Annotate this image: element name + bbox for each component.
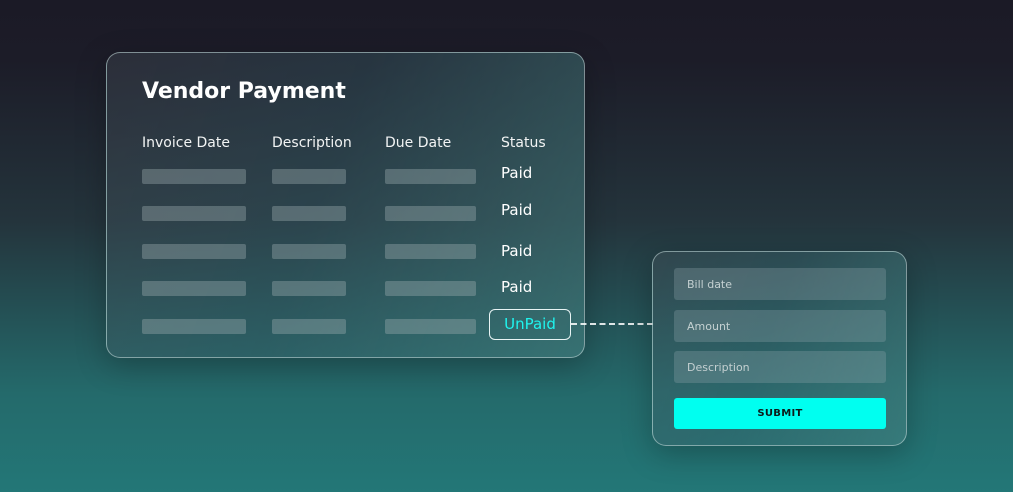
bill-form-card: SUBMIT	[652, 251, 907, 446]
description-placeholder-bar	[272, 244, 346, 259]
description-placeholder-bar	[272, 206, 346, 221]
status-paid: Paid	[501, 201, 533, 219]
column-header-status: Status	[501, 135, 546, 151]
column-header-invoice-date: Invoice Date	[142, 135, 230, 151]
invoice-date-placeholder-bar	[142, 244, 246, 259]
invoice-date-placeholder-bar	[142, 319, 246, 334]
bill-date-input[interactable]	[674, 268, 886, 300]
status-paid: Paid	[501, 164, 533, 182]
due-date-placeholder-bar	[385, 244, 476, 259]
amount-input[interactable]	[674, 310, 886, 342]
description-placeholder-bar	[272, 319, 346, 334]
column-header-due-date: Due Date	[385, 135, 452, 151]
due-date-placeholder-bar	[385, 169, 476, 184]
card-title: Vendor Payment	[142, 79, 346, 104]
column-header-description: Description	[272, 135, 352, 151]
status-paid: Paid	[501, 278, 533, 296]
due-date-placeholder-bar	[385, 206, 476, 221]
submit-button[interactable]: SUBMIT	[674, 398, 886, 429]
due-date-placeholder-bar	[385, 319, 476, 334]
status-unpaid-badge[interactable]: UnPaid	[489, 309, 571, 340]
invoice-date-placeholder-bar	[142, 281, 246, 296]
due-date-placeholder-bar	[385, 281, 476, 296]
description-placeholder-bar	[272, 281, 346, 296]
status-paid: Paid	[501, 242, 533, 260]
invoice-date-placeholder-bar	[142, 206, 246, 221]
invoice-date-placeholder-bar	[142, 169, 246, 184]
vendor-payment-card: Vendor Payment Invoice Date Description …	[106, 52, 585, 358]
dashed-connector-line	[571, 323, 653, 325]
description-placeholder-bar	[272, 169, 346, 184]
description-input[interactable]	[674, 351, 886, 383]
